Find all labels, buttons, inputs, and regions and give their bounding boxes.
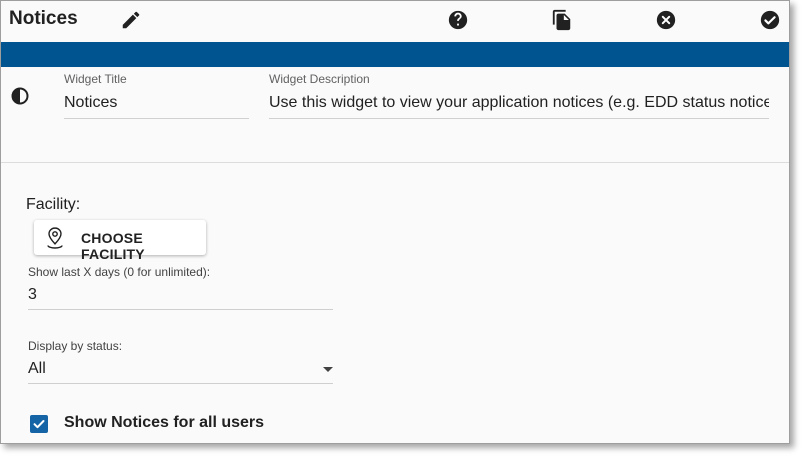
help-button[interactable] — [447, 9, 469, 31]
days-input[interactable]: 3 — [28, 286, 333, 310]
widget-title-label: Widget Title — [64, 72, 127, 86]
accent-bar — [1, 42, 789, 67]
widget-editor-panel: Notices Widget Title Notices Widget Desc… — [0, 0, 790, 444]
save-button[interactable] — [759, 9, 781, 31]
widget-meta-row: Widget Title Notices Widget Description … — [1, 67, 789, 163]
edit-icon — [122, 11, 140, 29]
checkmark-icon — [33, 420, 45, 429]
status-select[interactable]: All — [28, 360, 333, 384]
widget-title-input[interactable]: Notices — [64, 94, 249, 119]
all-users-checkbox[interactable] — [30, 415, 48, 433]
choose-facility-button[interactable]: CHOOSE FACILITY — [34, 220, 206, 262]
widget-header-title: Notices — [9, 8, 78, 29]
choose-facility-label: CHOOSE FACILITY — [81, 230, 145, 262]
copy-button[interactable] — [551, 9, 573, 31]
dropdown-arrow-icon — [323, 367, 333, 372]
facility-label: Facility: — [26, 196, 81, 213]
widget-description-input[interactable]: Use this widget to view your application… — [269, 94, 769, 119]
check-icon — [760, 10, 780, 30]
close-icon — [656, 10, 676, 30]
cancel-button[interactable] — [655, 9, 677, 31]
widget-description-label: Widget Description — [269, 72, 370, 86]
all-users-label: Show Notices for all users — [64, 414, 265, 431]
status-select-value: All — [28, 360, 46, 377]
widget-header: Notices — [1, 1, 789, 41]
edit-title-button[interactable] — [120, 9, 142, 31]
location-pin-icon — [47, 227, 63, 249]
copy-icon — [552, 9, 571, 31]
contrast-icon — [11, 87, 29, 105]
status-label: Display by status: — [28, 339, 123, 353]
help-icon — [448, 10, 468, 30]
days-label: Show last X days (0 for unlimited): — [28, 265, 211, 279]
